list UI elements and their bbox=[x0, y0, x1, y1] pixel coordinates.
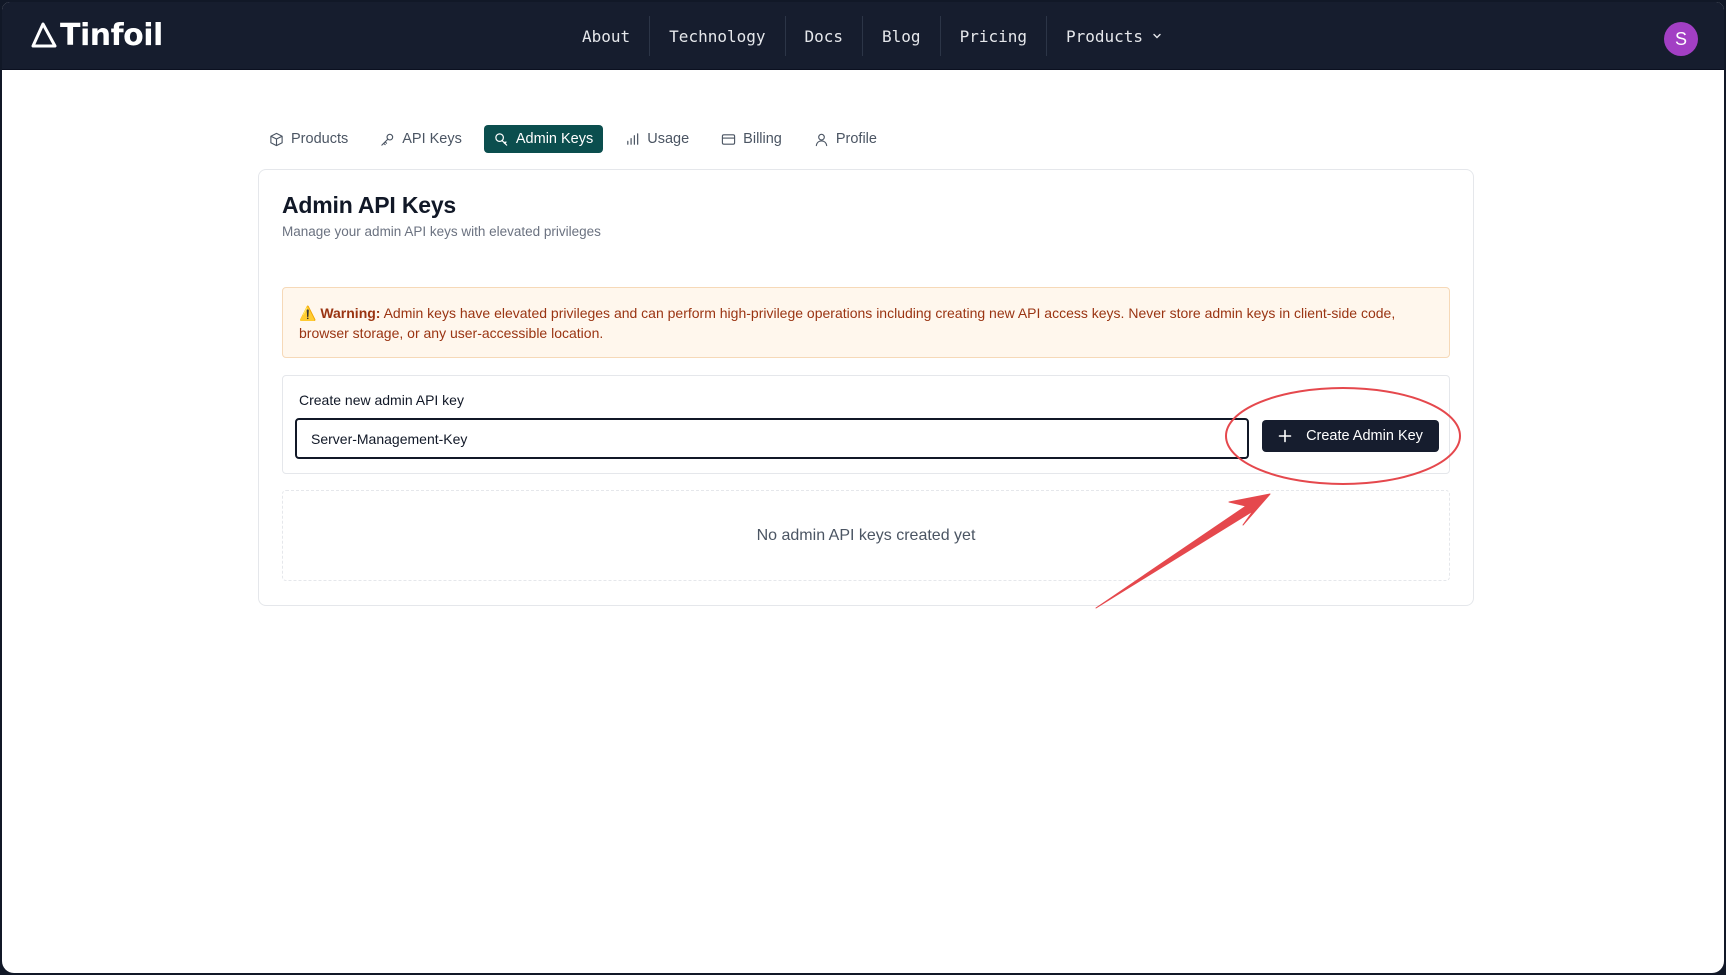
tab-api-keys-label: API Keys bbox=[402, 131, 462, 147]
brand-name: Tinfoil bbox=[60, 17, 163, 53]
key-name-input[interactable] bbox=[295, 418, 1249, 459]
tab-products-label: Products bbox=[291, 131, 349, 147]
create-key-label: Create new admin API key bbox=[299, 392, 464, 408]
warning-label: Warning: bbox=[320, 305, 381, 321]
nav-docs-label: Docs bbox=[804, 26, 844, 46]
empty-state-message: No admin API keys created yet bbox=[756, 526, 976, 544]
nav-blog-label: Blog bbox=[882, 26, 921, 46]
nav-products-dropdown[interactable]: Products bbox=[1046, 16, 1182, 56]
nav-technology[interactable]: Technology bbox=[649, 16, 784, 56]
box-icon bbox=[270, 132, 283, 146]
bar-chart-icon bbox=[627, 132, 639, 145]
browser-viewport: Tinfoil About Technology Docs Blog Prici… bbox=[2, 2, 1724, 973]
warning-icon: ⚠️ bbox=[299, 305, 317, 321]
main-nav: About Technology Docs Blog Pricing Produ… bbox=[563, 16, 1182, 56]
nav-products-label: Products bbox=[1066, 26, 1144, 46]
warning-banner: ⚠️ Warning: Admin keys have elevated pri… bbox=[282, 287, 1450, 358]
nav-pricing[interactable]: Pricing bbox=[939, 16, 1046, 56]
nav-pricing-label: Pricing bbox=[959, 26, 1027, 46]
brand-logo[interactable]: Tinfoil bbox=[30, 17, 163, 53]
avatar-initial: S bbox=[1674, 28, 1687, 49]
tab-profile-label: Profile bbox=[835, 131, 877, 147]
tab-billing[interactable]: Billing bbox=[711, 125, 792, 153]
tab-profile[interactable]: Profile bbox=[804, 125, 887, 153]
tab-admin-keys-label: Admin Keys bbox=[515, 131, 594, 147]
nav-docs[interactable]: Docs bbox=[784, 16, 863, 56]
page-title: Admin API Keys bbox=[282, 192, 457, 218]
key-icon bbox=[381, 133, 394, 146]
create-admin-key-button[interactable]: Create Admin Key bbox=[1262, 420, 1439, 452]
nav-about-label: About bbox=[582, 26, 631, 46]
admin-keys-card: Admin API Keys Manage your admin API key… bbox=[258, 169, 1474, 606]
user-avatar[interactable]: S bbox=[1664, 22, 1698, 56]
tab-admin-keys[interactable]: Admin Keys bbox=[483, 125, 604, 153]
top-navbar: Tinfoil About Technology Docs Blog Prici… bbox=[2, 2, 1724, 70]
plus-icon bbox=[1278, 429, 1292, 443]
tab-usage-label: Usage bbox=[647, 131, 690, 147]
chevron-down-icon bbox=[1153, 33, 1161, 39]
nav-about[interactable]: About bbox=[563, 16, 649, 56]
tab-products[interactable]: Products bbox=[259, 125, 358, 153]
credit-card-icon bbox=[722, 133, 736, 145]
user-icon bbox=[815, 133, 828, 146]
empty-state: No admin API keys created yet bbox=[282, 490, 1450, 581]
triangle-logo-icon bbox=[31, 22, 57, 48]
tab-billing-label: Billing bbox=[743, 131, 782, 147]
admin-key-icon bbox=[495, 132, 508, 146]
nav-blog[interactable]: Blog bbox=[862, 16, 940, 56]
page-subtitle: Manage your admin API keys with elevated… bbox=[282, 224, 601, 239]
tab-usage[interactable]: Usage bbox=[615, 125, 699, 153]
tab-api-keys[interactable]: API Keys bbox=[370, 125, 472, 153]
account-tabs: Products API Keys Admin Keys Usage Billi… bbox=[259, 125, 887, 153]
create-admin-key-label: Create Admin Key bbox=[1306, 428, 1423, 444]
nav-technology-label: Technology bbox=[669, 26, 766, 46]
create-key-form: Create new admin API key Create Admin Ke… bbox=[282, 375, 1450, 474]
warning-text: Admin keys have elevated privileges and … bbox=[299, 305, 1396, 341]
